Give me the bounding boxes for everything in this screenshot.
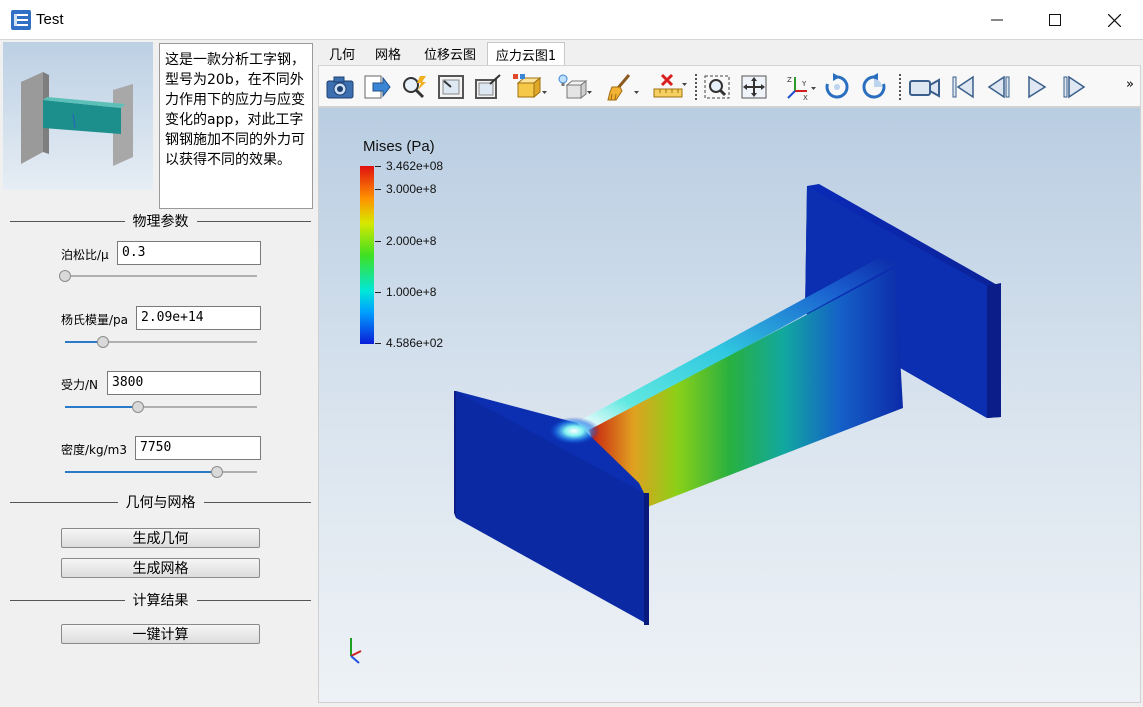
app-icon: [11, 10, 31, 30]
minimize-button[interactable]: [968, 0, 1026, 40]
density-slider[interactable]: [65, 466, 257, 478]
force-label: 受力/N: [61, 378, 99, 392]
display-mode-icon: [513, 74, 547, 99]
geometry-group-title: 几何与网格: [10, 492, 311, 512]
next-frame-icon: [1063, 75, 1086, 99]
close-icon: [1107, 13, 1121, 27]
window-title: Test: [36, 11, 64, 28]
camera-button[interactable]: [325, 72, 355, 102]
tab-geometry[interactable]: 几何: [322, 42, 362, 65]
youngs-modulus-slider[interactable]: [65, 336, 257, 348]
zoom-box-icon: [704, 75, 730, 99]
maximize-icon: [1049, 14, 1061, 26]
tab-bar: 几何 网格 位移云图 应力云图1: [316, 40, 1143, 65]
poisson-input[interactable]: 0.3: [117, 241, 261, 265]
force-slider[interactable]: [65, 401, 257, 413]
description-text: 这是一款分析工字钢，型号为20b，在不同外力作用下的应力与应变变化的app，对此…: [159, 43, 313, 209]
toolbar-separator: [899, 74, 901, 100]
clear-button[interactable]: [604, 72, 640, 102]
delete-ruler-icon: [653, 73, 687, 98]
3d-viewport[interactable]: Mises (Pa) 3.462e+08 3.000e+8 2.000e+8 1…: [318, 107, 1141, 703]
minimize-icon: [991, 19, 1003, 21]
zoom-select-button[interactable]: [399, 72, 429, 102]
record-video-button[interactable]: [908, 72, 942, 102]
rotate-ccw-button[interactable]: [859, 72, 889, 102]
next-frame-button[interactable]: [1059, 72, 1089, 102]
axes-button[interactable]: Z YX: [783, 72, 817, 102]
close-button[interactable]: [1085, 0, 1143, 40]
video-camera-icon: [909, 78, 940, 98]
camera-icon: [326, 76, 354, 99]
remove-measure-button[interactable]: [652, 72, 688, 102]
youngs-modulus-label: 杨氏模量/pa: [61, 313, 129, 327]
pan-button[interactable]: [739, 72, 769, 102]
toolbar-overflow-button[interactable]: »: [1126, 77, 1134, 92]
generate-geometry-button[interactable]: 生成几何: [61, 528, 260, 548]
fit-view-icon: [438, 75, 464, 99]
toolbar-separator: [695, 74, 697, 100]
rotate-cw-button[interactable]: [822, 72, 852, 102]
youngs-modulus-input[interactable]: 2.09e+14: [136, 306, 261, 330]
first-frame-button[interactable]: [948, 72, 978, 102]
play-icon: [1028, 75, 1047, 99]
compute-button[interactable]: 一键计算: [61, 624, 260, 644]
poisson-slider[interactable]: [59, 270, 257, 282]
density-input[interactable]: 7750: [135, 436, 261, 460]
tab-mesh[interactable]: 网格: [368, 42, 408, 65]
zoom-box-button[interactable]: [702, 72, 732, 102]
svg-text:Z: Z: [787, 76, 792, 84]
prev-frame-icon: [987, 75, 1010, 99]
tab-displacement[interactable]: 位移云图: [416, 42, 484, 65]
poisson-label: 泊松比/μ: [61, 248, 109, 262]
play-button[interactable]: [1022, 72, 1052, 102]
clear-brush-icon: [607, 74, 639, 101]
results-group-title: 计算结果: [10, 590, 311, 610]
toolbar: Z YX »: [318, 65, 1141, 107]
force-input[interactable]: 3800: [107, 371, 261, 395]
pan-icon: [741, 75, 767, 99]
main-area: 几何 网格 位移云图 应力云图1 Z Y X » Mises (Pa) 3.46…: [316, 40, 1143, 707]
lighting-icon: [558, 74, 592, 100]
svg-text:Y: Y: [801, 80, 807, 88]
export-icon: [364, 75, 391, 99]
poisson-slider-handle[interactable]: [59, 270, 71, 282]
maximize-button[interactable]: [1026, 0, 1084, 40]
axes-icon: Z YX: [787, 76, 816, 101]
youngs-modulus-slider-handle[interactable]: [97, 336, 110, 348]
model-thumbnail: [3, 42, 153, 190]
orientation-axes: [350, 638, 362, 664]
density-label: 密度/kg/m3: [61, 443, 127, 457]
tab-stress[interactable]: 应力云图1: [487, 42, 565, 65]
zoom-select-icon: [403, 76, 426, 99]
generate-mesh-button[interactable]: 生成网格: [61, 558, 260, 578]
svg-text:X: X: [803, 94, 808, 101]
fit-box-icon: [475, 74, 501, 99]
force-slider-handle[interactable]: [131, 401, 144, 413]
fit-view-button[interactable]: [436, 72, 466, 102]
first-frame-icon: [952, 75, 974, 99]
export-button[interactable]: [362, 72, 392, 102]
rotate-cw-icon: [825, 73, 849, 99]
i-beam-model: [350, 184, 1001, 664]
density-slider-handle[interactable]: [210, 466, 223, 478]
previous-frame-button[interactable]: [985, 72, 1015, 102]
lighting-button[interactable]: [557, 72, 593, 102]
title-bar: Test: [0, 0, 1143, 40]
physics-group-title: 物理参数: [10, 211, 311, 231]
display-mode-button[interactable]: [512, 72, 548, 102]
rotate-ccw-icon: [862, 73, 886, 99]
left-panel: 这是一款分析工字钢，型号为20b，在不同外力作用下的应力与应变变化的app，对此…: [0, 40, 316, 707]
fit-box-button[interactable]: [473, 72, 503, 102]
